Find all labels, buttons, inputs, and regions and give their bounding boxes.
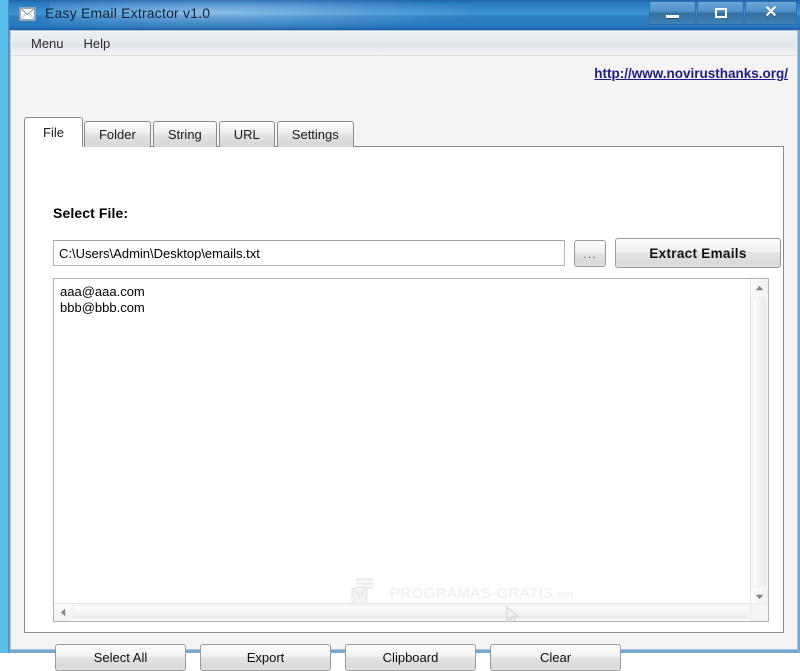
close-button[interactable]: ✕ [745,1,797,25]
form-body: http://www.novirusthanks.org/ File Folde… [12,56,796,671]
browse-button[interactable]: ... [574,240,606,267]
results-list[interactable]: aaa@aaa.com bbb@bbb.com [54,279,752,605]
window-title: Easy Email Extractor v1.0 [45,5,211,21]
menu-item-help[interactable]: Help [75,34,120,53]
tab-file[interactable]: File [24,117,83,147]
maximize-button[interactable] [697,1,744,25]
tab-panel-file: Select File: ... Extract Emails aaa@aaa.… [24,146,784,633]
maximize-icon [714,8,727,18]
client-inner: Menu Help http://www.novirusthanks.org/ … [10,30,798,671]
menu-bar: Menu Help [12,32,796,56]
minimize-button[interactable] [649,1,696,25]
tab-url[interactable]: URL [218,121,275,147]
title-bar: Easy Email Extractor v1.0 ✕ [9,0,800,30]
tab-folder[interactable]: Folder [83,121,151,147]
minimize-icon [666,15,679,18]
clear-button[interactable]: Clear [490,644,621,671]
horizontal-scrollbar-thumb[interactable] [72,605,748,619]
extract-emails-button[interactable]: Extract Emails [615,238,781,268]
export-button[interactable]: Export [200,644,331,671]
menu-item-menu[interactable]: Menu [22,34,73,53]
scroll-up-icon[interactable] [751,279,768,296]
file-path-input[interactable] [53,240,565,266]
scroll-left-icon[interactable] [54,604,71,621]
tab-settings[interactable]: Settings [276,121,354,147]
list-item[interactable]: aaa@aaa.com [60,284,752,300]
horizontal-scrollbar[interactable] [54,603,768,621]
results-listbox[interactable]: aaa@aaa.com bbb@bbb.com PROGRAMAS-GRATIS… [53,278,769,622]
list-item[interactable]: bbb@bbb.com [60,300,752,316]
tab-strip: File Folder String URL Settings [24,117,784,147]
close-icon: ✕ [764,4,778,21]
select-file-label: Select File: [53,205,129,221]
bottom-button-row: Select All Export Clipboard Clear [55,644,625,671]
tab-string[interactable]: String [152,121,217,147]
website-link[interactable]: http://www.novirusthanks.org/ [594,66,788,81]
envelope-icon [19,7,36,21]
application-window: Easy Email Extractor v1.0 ✕ Menu Help ht… [8,0,800,671]
clipboard-button[interactable]: Clipboard [345,644,476,671]
vertical-scrollbar[interactable] [750,279,768,605]
window-client-area: Menu Help http://www.novirusthanks.org/ … [9,30,800,671]
select-all-button[interactable]: Select All [55,644,186,671]
vertical-scrollbar-thumb[interactable] [752,297,767,587]
window-controls: ✕ [648,1,797,25]
scrollbar-corner [750,603,768,621]
